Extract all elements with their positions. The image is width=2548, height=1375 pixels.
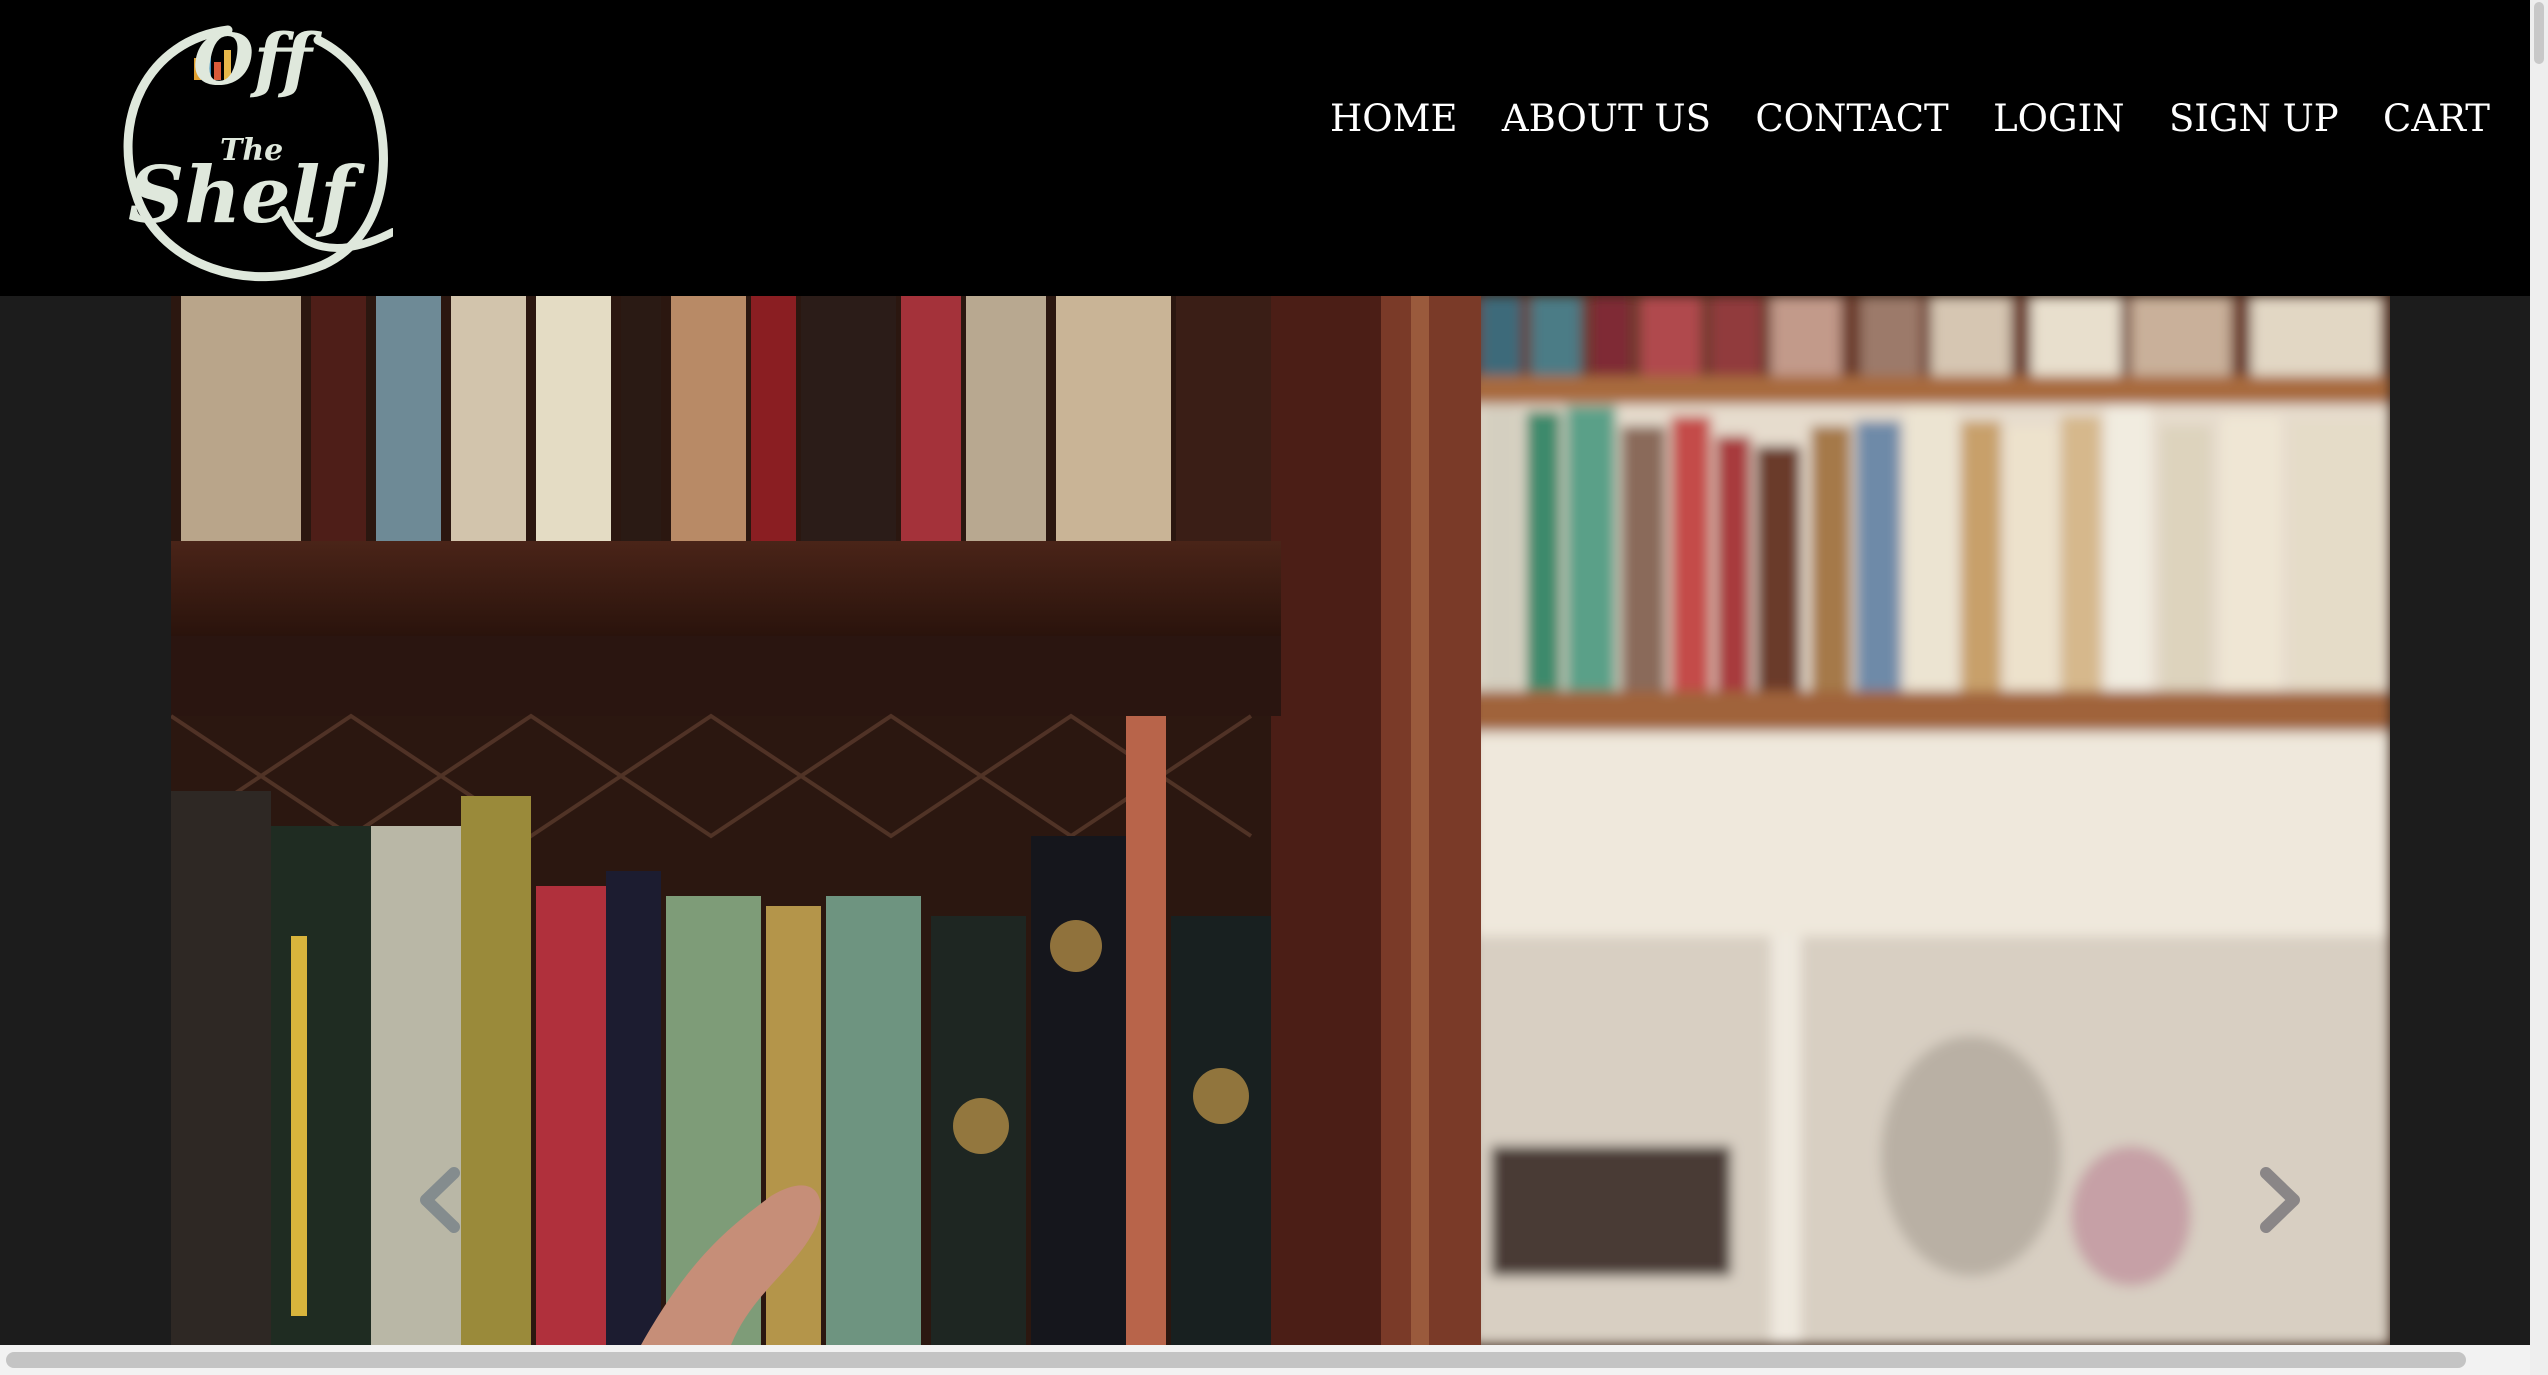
nav-contact[interactable]: CONTACT	[1755, 97, 1948, 140]
nav-about-us[interactable]: ABOUT US	[1502, 97, 1711, 140]
bookshelf-photo	[171, 296, 2390, 1345]
logo-line3: Shelf	[128, 150, 365, 241]
main-nav: HOME ABOUT US CONTACT LOGIN SIGN UP CART	[1330, 88, 2490, 148]
logo-line1: Off	[193, 18, 323, 101]
chevron-right-icon	[2260, 1167, 2300, 1233]
carousel-next-button[interactable]	[2250, 1165, 2310, 1235]
site-header: Off The Shelf HOME ABOUT US CONTACT LOGI…	[0, 0, 2530, 296]
site-logo[interactable]: Off The Shelf	[108, 0, 393, 296]
horizontal-scrollbar[interactable]	[0, 1345, 2530, 1375]
nav-sign-up[interactable]: SIGN UP	[2169, 97, 2339, 140]
hero-carousel-image	[171, 296, 2390, 1345]
carousel-prev-button[interactable]	[410, 1165, 470, 1235]
nav-cart[interactable]: CART	[2383, 97, 2490, 140]
nav-home[interactable]: HOME	[1330, 97, 1458, 140]
vertical-scrollbar[interactable]	[2530, 0, 2548, 1375]
vertical-scrollbar-thumb[interactable]	[2534, 2, 2544, 64]
horizontal-scrollbar-thumb[interactable]	[6, 1352, 2466, 1368]
chevron-left-icon	[420, 1167, 460, 1233]
nav-login[interactable]: LOGIN	[1993, 97, 2124, 140]
logo-mark: Off The Shelf	[123, 18, 393, 282]
